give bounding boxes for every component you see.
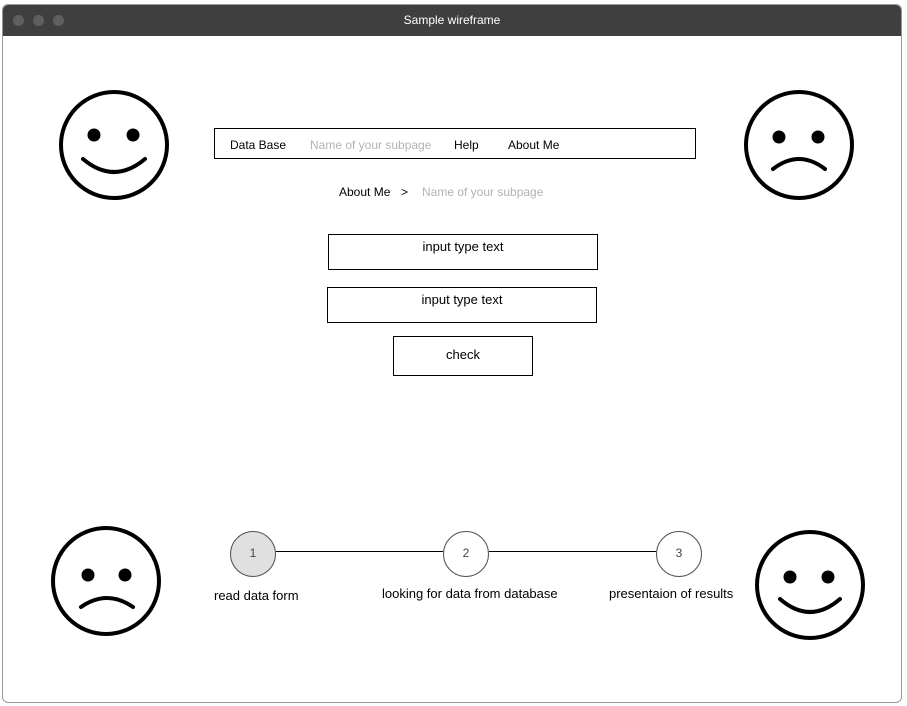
text-input-2[interactable]: input type text xyxy=(327,287,597,323)
step-3-label: presentaion of results xyxy=(609,586,734,601)
step-2-circle[interactable]: 2 xyxy=(443,531,489,577)
nav-item-help[interactable]: Help xyxy=(454,138,479,152)
step-2-label: looking for data from database xyxy=(382,586,558,601)
step-connector xyxy=(276,551,443,552)
step-1-circle[interactable]: 1 xyxy=(230,531,276,577)
sad-face-icon xyxy=(744,90,854,200)
nav-bar: Data Base Name of your subpage Help Abou… xyxy=(214,128,696,159)
breadcrumb-separator: > xyxy=(401,185,409,199)
step-3-circle[interactable]: 3 xyxy=(656,531,702,577)
breadcrumb-item-current: Name of your subpage xyxy=(422,185,544,199)
breadcrumb-item-about-me[interactable]: About Me xyxy=(339,185,390,199)
smiley-face-icon xyxy=(59,90,169,200)
nav-item-database[interactable]: Data Base xyxy=(230,138,286,152)
step-connector xyxy=(489,551,656,552)
title-bar: Sample wireframe xyxy=(3,5,901,36)
check-button[interactable]: check xyxy=(393,336,533,376)
step-1-label: read data form xyxy=(214,588,299,603)
nav-item-subpage[interactable]: Name of your subpage xyxy=(310,138,431,152)
nav-item-about-me[interactable]: About Me xyxy=(508,138,559,152)
sad-face-icon xyxy=(51,526,161,636)
smiley-face-icon xyxy=(755,530,865,640)
window-title: Sample wireframe xyxy=(403,13,501,27)
text-input-1[interactable]: input type text xyxy=(328,234,598,270)
